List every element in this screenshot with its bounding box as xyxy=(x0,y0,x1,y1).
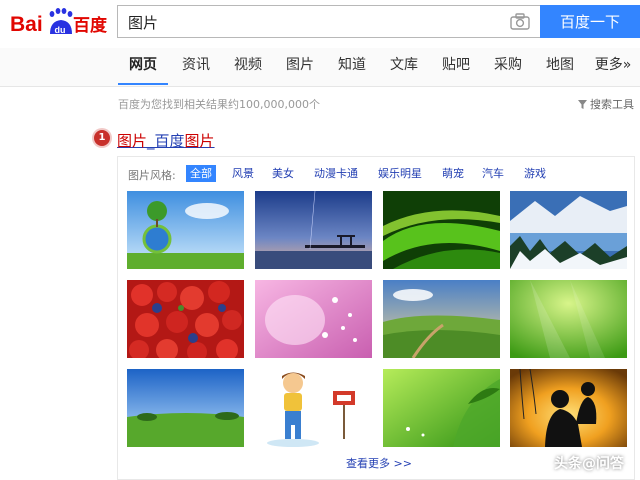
thumb-green-hills[interactable] xyxy=(383,280,500,358)
result-title-separator: _百度 xyxy=(147,132,185,150)
search-box xyxy=(117,5,540,39)
filter-anime[interactable]: 动漫卡通 xyxy=(310,165,362,182)
tab-zhidao[interactable]: 知道 xyxy=(332,48,372,85)
tab-caigou[interactable]: 采购 xyxy=(488,48,528,85)
thumb-silhouette-sunset[interactable] xyxy=(510,369,627,447)
result-title-link[interactable]: 图片_百度图片 xyxy=(117,130,215,151)
result-title-highlight-1: 图片 xyxy=(117,132,148,150)
thumb-pink-hearts[interactable] xyxy=(255,280,372,358)
top-bar: Bai du 百度 百度一下 xyxy=(0,0,640,48)
tab-web[interactable]: 网页 xyxy=(118,48,168,85)
thumb-green-leaf[interactable] xyxy=(383,369,500,447)
search-tools-label: 搜索工具 xyxy=(590,98,634,111)
thumb-snowy-lake[interactable] xyxy=(510,191,627,269)
tab-wenku[interactable]: 文库 xyxy=(384,48,424,85)
filter-all[interactable]: 全部 xyxy=(186,165,216,182)
filter-cars[interactable]: 汽车 xyxy=(478,165,508,182)
tab-news[interactable]: 资讯 xyxy=(176,48,216,85)
tab-more[interactable]: 更多» xyxy=(590,48,636,85)
filter-beauty[interactable]: 美女 xyxy=(268,165,298,182)
search-input[interactable] xyxy=(126,6,490,39)
search-tabs: 网页 资讯 视频 图片 知道 文库 贴吧 采购 地图 更多» xyxy=(0,48,640,87)
camera-icon[interactable] xyxy=(510,13,530,30)
style-filter-label: 图片风格: xyxy=(128,169,176,182)
filter-celebrity[interactable]: 娱乐明星 xyxy=(374,165,426,182)
search-tools-button[interactable]: 搜索工具 xyxy=(577,96,634,112)
tab-images[interactable]: 图片 xyxy=(280,48,320,85)
filter-scenery[interactable]: 风景 xyxy=(228,165,258,182)
thumb-globe-tree[interactable] xyxy=(127,191,244,269)
filter-pets[interactable]: 萌宠 xyxy=(438,165,468,182)
result-count: 百度为您找到相关结果约100,000,000个 xyxy=(118,98,320,111)
tab-tieba[interactable]: 贴吧 xyxy=(436,48,476,85)
baidu-logo[interactable]: Bai du 百度 xyxy=(10,6,110,40)
thumb-cartoon-boy[interactable] xyxy=(255,369,372,447)
result-title-highlight-2: 图片 xyxy=(184,132,215,150)
tab-video[interactable]: 视频 xyxy=(228,48,268,85)
paw-icon: du xyxy=(49,8,73,35)
see-more-link[interactable]: 查看更多 >> xyxy=(346,455,412,471)
tab-map[interactable]: 地图 xyxy=(540,48,580,85)
filter-icon xyxy=(577,98,591,111)
result-rank-badge: 1 xyxy=(94,130,110,146)
thumb-strawberries[interactable] xyxy=(127,280,244,358)
search-button[interactable]: 百度一下 xyxy=(540,5,640,38)
filter-games[interactable]: 游戏 xyxy=(520,165,550,182)
thumb-green-light[interactable] xyxy=(510,280,627,358)
image-result-panel: 图片风格: 全部 风景 美女 动漫卡通 娱乐明星 萌宠 汽车 游戏 查看更多 >… xyxy=(117,156,635,480)
watermark: 头条@问答 xyxy=(554,456,624,472)
thumb-pier-dusk[interactable] xyxy=(255,191,372,269)
thumb-meadow-sky[interactable] xyxy=(127,369,244,447)
logo-text-baidu: 百度 xyxy=(73,15,108,36)
thumb-green-waves[interactable] xyxy=(383,191,500,269)
logo-text-du: du xyxy=(55,25,66,35)
logo-text-bai: Bai xyxy=(10,13,43,36)
